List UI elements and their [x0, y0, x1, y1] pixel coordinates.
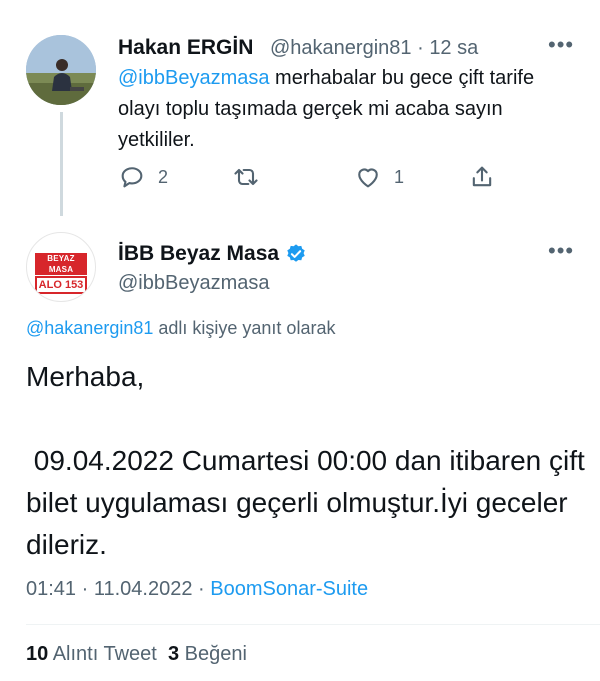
- main-author-handle[interactable]: @ibbBeyazmasa: [118, 272, 269, 295]
- share-action[interactable]: [468, 162, 496, 192]
- author-handle[interactable]: @hakanergin81: [270, 37, 412, 59]
- replying-to-label: adlı kişiye yanıt olarak: [153, 318, 336, 338]
- verified-badge-icon: [287, 244, 305, 262]
- likes-label: Beğeni: [184, 643, 247, 665]
- like-action[interactable]: 1: [354, 162, 404, 192]
- author-meta: @hakanergin81 · 12 sa: [270, 37, 478, 60]
- avatar-hakan[interactable]: [26, 35, 96, 105]
- reply-action[interactable]: 2: [118, 162, 168, 192]
- more-options-icon[interactable]: •••: [548, 32, 574, 58]
- avatar-ibb-beyaz-masa[interactable]: BEYAZ MASA ALO 153: [26, 232, 96, 302]
- tweet-text: @ibbBeyazmasa merhabalar bu gece çift ta…: [118, 63, 578, 156]
- replying-to-handle[interactable]: @hakanergin81: [26, 318, 153, 338]
- replying-to: @hakanergin81 adlı kişiye yanıt olarak: [26, 318, 335, 339]
- mention-link[interactable]: @ibbBeyazmasa: [118, 67, 269, 89]
- author-name[interactable]: Hakan ERGİN: [118, 36, 253, 60]
- divider: [26, 624, 600, 625]
- tweet-date[interactable]: 11.04.2022: [94, 578, 193, 600]
- quote-label: Alıntı Tweet: [52, 643, 157, 665]
- quote-tweets-stat[interactable]: 10 Alıntı Tweet: [26, 643, 157, 665]
- more-options-icon[interactable]: •••: [548, 238, 574, 264]
- avatar-logo-top: BEYAZ MASA: [35, 253, 87, 275]
- heart-icon: [358, 168, 378, 188]
- avatar-logo-bottom: ALO 153: [35, 276, 87, 294]
- thread-connector-line: [60, 112, 63, 216]
- likes-count: 3: [167, 643, 180, 665]
- tweet-time[interactable]: 01:41: [26, 578, 76, 600]
- retweet-action[interactable]: [232, 162, 260, 192]
- quote-count: 10: [26, 643, 49, 665]
- tweet-time[interactable]: 12 sa: [429, 37, 478, 59]
- main-author-name: İBB Beyaz Masa: [118, 242, 280, 265]
- profile-photo: [26, 35, 96, 105]
- meta-separator: ·: [417, 37, 424, 59]
- author-name-row[interactable]: İBB Beyaz Masa: [118, 242, 307, 266]
- share-icon: [472, 166, 492, 187]
- reply-count: 2: [158, 166, 169, 187]
- engagement-stats: 10 Alıntı Tweet 3 Beğeni: [26, 643, 247, 666]
- like-count: 1: [394, 166, 405, 187]
- likes-stat[interactable]: 3 Beğeni: [168, 643, 247, 665]
- reply-icon: [121, 167, 143, 188]
- tweet-source[interactable]: BoomSonar-Suite: [210, 578, 368, 600]
- retweet-icon: [234, 168, 258, 186]
- main-tweet-text: Merhaba, 09.04.2022 Cumartesi 00:00 dan …: [26, 361, 585, 560]
- tweet-timestamp: 01:41 · 11.04.2022 · BoomSonar-Suite: [26, 578, 369, 600]
